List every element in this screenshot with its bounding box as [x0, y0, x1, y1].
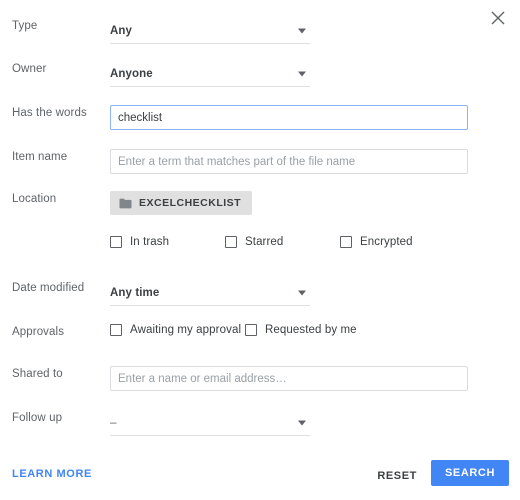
checkbox-in-trash[interactable]: In trash — [110, 236, 225, 248]
row-date-modified: Date modified Any time — [0, 280, 520, 306]
checkbox-awaiting-my-approval[interactable]: Awaiting my approval — [110, 324, 245, 336]
type-select-value: Any — [110, 24, 133, 37]
chevron-down-icon — [298, 28, 306, 33]
checkbox-label: In trash — [130, 236, 170, 248]
label-date-modified: Date modified — [12, 282, 85, 294]
checkbox-label: Starred — [245, 236, 284, 248]
checkbox-box-icon — [340, 236, 352, 248]
chevron-down-icon — [298, 420, 306, 425]
checkbox-box-icon — [225, 236, 237, 248]
row-location: Location EXCELCHECKLIST — [0, 191, 520, 215]
advanced-search-dialog: Type Any Owner Anyone Has the words Item… — [0, 0, 520, 500]
checkbox-box-icon — [110, 324, 122, 336]
location-chip-label: EXCELCHECKLIST — [139, 197, 242, 209]
shared-to-input[interactable] — [110, 366, 468, 391]
checkbox-label: Requested by me — [265, 324, 357, 336]
location-chip[interactable]: EXCELCHECKLIST — [110, 191, 253, 215]
row-has-the-words: Has the words — [0, 105, 520, 130]
folder-icon — [119, 198, 132, 208]
row-type: Type Any — [0, 18, 520, 44]
row-item-name: Item name — [0, 149, 520, 174]
row-approvals: Approvals Awaiting my approval Requested… — [0, 324, 520, 340]
label-location: Location — [12, 193, 57, 205]
type-select[interactable]: Any — [110, 18, 310, 44]
date-modified-select-value: Any time — [110, 286, 160, 299]
chevron-down-icon — [298, 71, 306, 76]
dialog-footer: LEARN MORE RESET SEARCH — [0, 456, 520, 500]
date-modified-select[interactable]: Any time — [110, 280, 310, 306]
approvals-checkbox-group: Awaiting my approval Requested by me — [110, 324, 520, 336]
checkbox-requested-by-me[interactable]: Requested by me — [245, 324, 357, 336]
label-item-name: Item name — [12, 151, 68, 163]
search-button[interactable]: SEARCH — [431, 460, 509, 486]
label-follow-up: Follow up — [12, 412, 63, 424]
learn-more-link[interactable]: LEARN MORE — [12, 468, 92, 480]
label-approvals: Approvals — [12, 326, 65, 338]
row-follow-up: Follow up – — [0, 410, 520, 436]
checkbox-encrypted[interactable]: Encrypted — [340, 236, 413, 248]
label-has-the-words: Has the words — [12, 107, 87, 119]
flags-checkbox-group: In trash Starred Encrypted — [110, 236, 520, 248]
item-name-input[interactable] — [110, 149, 468, 174]
checkbox-starred[interactable]: Starred — [225, 236, 340, 248]
follow-up-select[interactable]: – — [110, 410, 310, 436]
row-shared-to: Shared to — [0, 366, 520, 391]
owner-select-value: Anyone — [110, 67, 153, 80]
checkbox-label: Encrypted — [360, 236, 413, 248]
has-the-words-input[interactable] — [110, 105, 468, 130]
checkbox-box-icon — [110, 236, 122, 248]
label-type: Type — [12, 20, 38, 32]
checkbox-box-icon — [245, 324, 257, 336]
row-owner: Owner Anyone — [0, 61, 520, 87]
row-flags: In trash Starred Encrypted — [0, 236, 520, 248]
label-shared-to: Shared to — [12, 368, 63, 380]
checkbox-label: Awaiting my approval — [130, 324, 242, 336]
owner-select[interactable]: Anyone — [110, 61, 310, 87]
label-owner: Owner — [12, 63, 47, 75]
chevron-down-icon — [298, 290, 306, 295]
follow-up-select-value: – — [110, 416, 117, 429]
reset-button[interactable]: RESET — [371, 466, 423, 486]
